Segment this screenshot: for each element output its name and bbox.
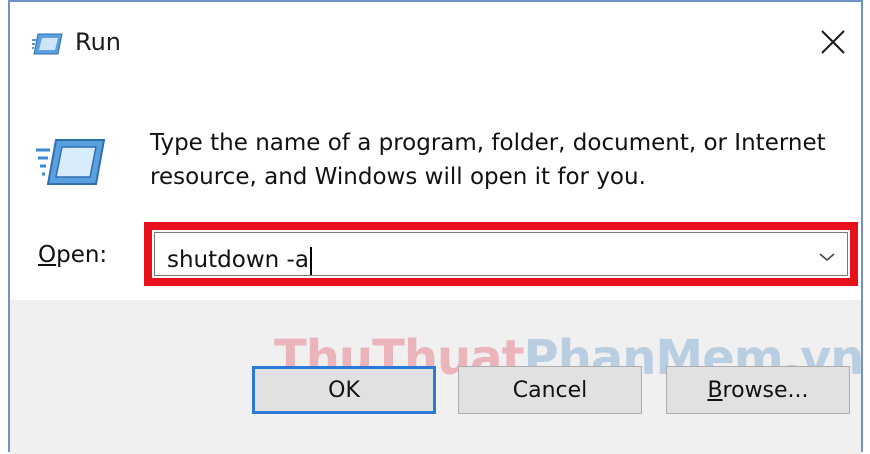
open-label-mnemonic: O: [38, 242, 57, 268]
cancel-button-label: Cancel: [512, 377, 588, 403]
ok-button-label: OK: [328, 377, 360, 403]
title-bar: Run: [10, 2, 861, 82]
open-input-value: shutdown -a: [167, 247, 309, 273]
window-title: Run: [75, 28, 122, 56]
browse-button[interactable]: Browse...: [666, 366, 850, 414]
open-label: Open:: [38, 242, 107, 268]
browse-label-rest: rowse...: [722, 377, 809, 403]
open-combobox[interactable]: shutdown -a: [154, 232, 848, 276]
open-dropdown-button[interactable]: [813, 243, 841, 271]
ok-button[interactable]: OK: [252, 366, 436, 414]
run-icon: [36, 139, 106, 185]
text-caret: [309, 246, 312, 275]
browse-mnemonic: B: [707, 377, 723, 403]
chevron-down-icon: [819, 253, 835, 262]
dialog-description: Type the name of a program, folder, docu…: [150, 130, 826, 190]
open-input-highlight: shutdown -a: [144, 222, 858, 286]
open-label-rest: pen:: [56, 242, 108, 268]
close-button[interactable]: [805, 16, 861, 68]
cancel-button[interactable]: Cancel: [458, 366, 642, 414]
close-icon: [821, 30, 845, 54]
run-icon: [32, 33, 63, 55]
open-input[interactable]: shutdown -a: [167, 246, 312, 275]
